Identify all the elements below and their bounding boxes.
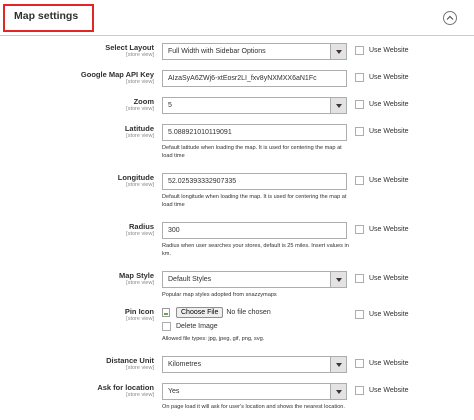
use-website-longitude[interactable]: Use Website bbox=[355, 176, 409, 185]
label-longitude: Longitude bbox=[117, 173, 154, 182]
scope-label: [store view] bbox=[126, 280, 154, 286]
use-website-map-style[interactable]: Use Website bbox=[355, 274, 409, 283]
select-distance-unit[interactable]: Kilometres bbox=[162, 356, 347, 373]
section-title: Map settings bbox=[14, 10, 79, 22]
select-zoom[interactable]: 5 bbox=[162, 97, 347, 114]
label-zoom: Zoom bbox=[133, 97, 154, 106]
checkbox[interactable] bbox=[355, 46, 364, 55]
checkbox[interactable] bbox=[355, 176, 364, 185]
label-ask-location: Ask for location bbox=[97, 383, 154, 392]
delete-image-label: Delete Image bbox=[176, 323, 218, 330]
checkbox[interactable] bbox=[355, 100, 364, 109]
select-distance-unit-value: Kilometres bbox=[168, 361, 202, 368]
checkbox[interactable] bbox=[355, 225, 364, 234]
broken-image-icon bbox=[162, 308, 170, 317]
scope-label: [store view] bbox=[126, 231, 154, 237]
label-pin-icon: Pin Icon bbox=[124, 307, 154, 316]
label-map-style: Map Style bbox=[118, 271, 154, 280]
choose-file-button[interactable]: Choose File bbox=[176, 307, 224, 318]
select-map-style[interactable]: Default Styles bbox=[162, 271, 347, 288]
chevron-down-icon bbox=[330, 272, 346, 287]
chevron-down-icon bbox=[330, 44, 346, 59]
label-api-key: Google Map API Key bbox=[80, 70, 154, 79]
longitude-note: Default longitude when loading the map. … bbox=[162, 194, 347, 208]
use-website-distance-unit[interactable]: Use Website bbox=[355, 359, 409, 368]
scope-label: [store view] bbox=[126, 316, 154, 322]
select-zoom-value: 5 bbox=[168, 102, 172, 109]
pin-icon-note: Allowed file types: jpg, jpeg, gif, png,… bbox=[162, 336, 265, 342]
chevron-down-icon bbox=[330, 357, 346, 372]
select-map-style-value: Default Styles bbox=[168, 276, 212, 283]
label-distance-unit: Distance Unit bbox=[106, 356, 154, 365]
use-website-pin-icon[interactable]: Use Website bbox=[355, 310, 409, 319]
scope-label: [store view] bbox=[126, 392, 154, 398]
radius-input[interactable]: 300 bbox=[162, 222, 347, 239]
section-header[interactable]: Map settings bbox=[0, 0, 474, 36]
scope-label: [store view] bbox=[126, 365, 154, 371]
use-website-zoom[interactable]: Use Website bbox=[355, 100, 409, 109]
delete-image-option[interactable]: Delete Image bbox=[162, 322, 218, 331]
collapse-chevron-up-icon[interactable] bbox=[443, 11, 457, 25]
chevron-down-icon bbox=[330, 98, 346, 113]
use-website-ask-location[interactable]: Use Website bbox=[355, 386, 409, 395]
scope-label: [store view] bbox=[126, 182, 154, 188]
use-website-layout[interactable]: Use Website bbox=[355, 46, 409, 55]
delete-image-checkbox[interactable] bbox=[162, 322, 171, 331]
checkbox[interactable] bbox=[355, 386, 364, 395]
label-select-layout: Select Layout bbox=[105, 43, 154, 52]
select-layout-value: Full Width with Sidebar Options bbox=[168, 48, 266, 55]
select-layout[interactable]: Full Width with Sidebar Options bbox=[162, 43, 347, 60]
checkbox[interactable] bbox=[355, 274, 364, 283]
select-ask-location[interactable]: Yes bbox=[162, 383, 347, 400]
radius-note: Radius when user searches your stores, d… bbox=[162, 243, 349, 257]
ask-location-note: On page load it will ask for user's loca… bbox=[162, 404, 345, 410]
use-website-radius[interactable]: Use Website bbox=[355, 225, 409, 234]
file-picker: Choose File No file chosen bbox=[162, 307, 271, 318]
use-website-api-key[interactable]: Use Website bbox=[355, 73, 409, 82]
checkbox[interactable] bbox=[355, 73, 364, 82]
map-style-note: Popular map styles adopted from snazzyma… bbox=[162, 292, 277, 298]
checkbox[interactable] bbox=[355, 127, 364, 136]
latitude-note: Default latitude when loading the map. I… bbox=[162, 145, 342, 159]
scope-label: [store view] bbox=[126, 133, 154, 139]
longitude-input[interactable]: 52.025393332907335 bbox=[162, 173, 347, 190]
latitude-input[interactable]: 5.088921010119091 bbox=[162, 124, 347, 141]
checkbox[interactable] bbox=[355, 359, 364, 368]
scope-label: [store view] bbox=[126, 79, 154, 85]
label-radius: Radius bbox=[128, 222, 154, 231]
api-key-input[interactable]: AIzaSyA6ZWj6-xtEosr2LI_fxv8yNXMXX6aN1Fc bbox=[162, 70, 347, 87]
scope-label: [store view] bbox=[126, 106, 154, 112]
scope-label: [store view] bbox=[126, 52, 154, 58]
select-ask-location-value: Yes bbox=[168, 388, 180, 395]
label-latitude: Latitude bbox=[124, 124, 154, 133]
use-website-latitude[interactable]: Use Website bbox=[355, 127, 409, 136]
file-status: No file chosen bbox=[226, 309, 271, 316]
chevron-down-icon bbox=[330, 384, 346, 399]
checkbox[interactable] bbox=[355, 310, 364, 319]
